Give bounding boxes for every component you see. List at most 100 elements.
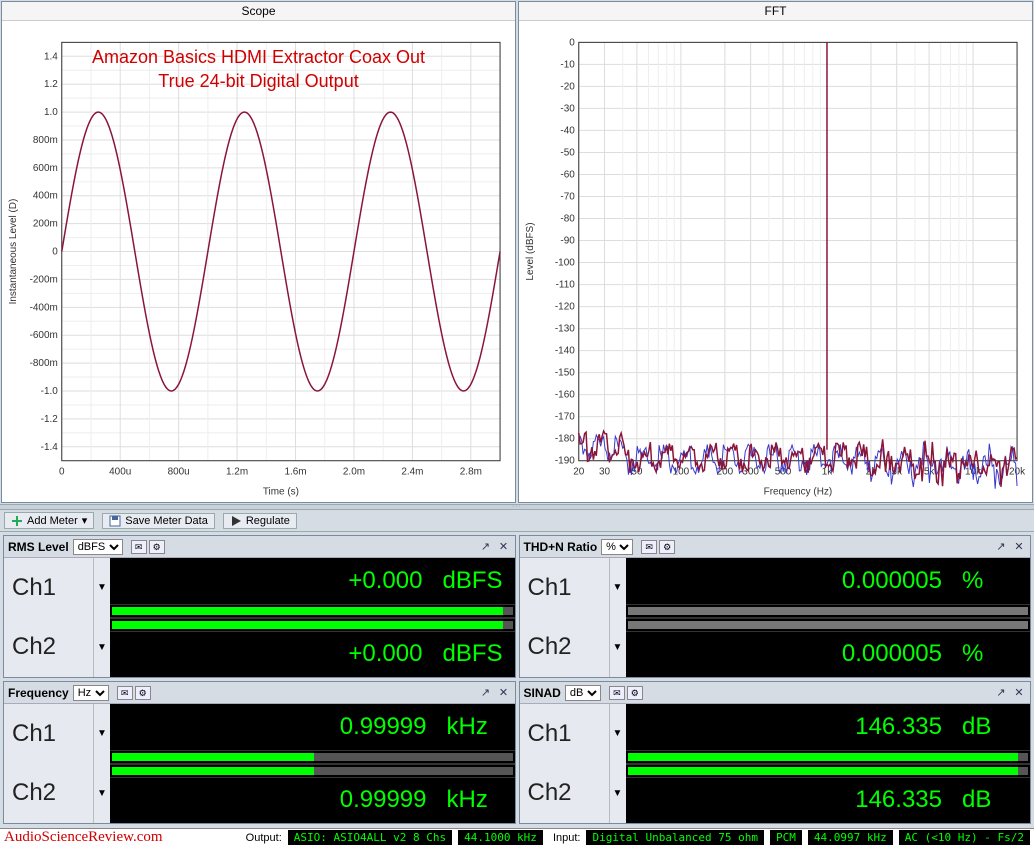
svg-text:0: 0 — [59, 467, 65, 478]
svg-text:-70: -70 — [560, 191, 575, 202]
output-rate-pill[interactable]: 44.1000 kHz — [458, 830, 543, 845]
svg-text:-180: -180 — [555, 434, 575, 445]
meter-row-ch1: Ch1▼0.99999kHz — [4, 704, 515, 764]
meter-row-ch1: Ch1▼0.000005% — [520, 558, 1031, 618]
meter-unit-select[interactable]: Hz — [73, 685, 109, 701]
channel-menu-arrow[interactable]: ▼ — [94, 618, 110, 678]
svg-text:-1.0: -1.0 — [41, 386, 59, 397]
svg-text:-20: -20 — [560, 81, 575, 92]
svg-text:400u: 400u — [109, 467, 131, 478]
svg-text:-10: -10 — [560, 59, 575, 70]
svg-text:1.2m: 1.2m — [226, 467, 248, 478]
readout-unit: dB — [962, 713, 1018, 741]
readout-value: 0.000005 — [842, 567, 942, 595]
svg-text:2.8m: 2.8m — [460, 467, 482, 478]
popout-icon[interactable]: ↗ — [479, 686, 493, 700]
close-icon[interactable]: ✕ — [1012, 686, 1026, 700]
meter-title: THD+N Ratio — [524, 540, 598, 554]
meter-unit-select[interactable]: dB — [565, 685, 601, 701]
save-meter-label: Save Meter Data — [125, 515, 208, 527]
envelope-icon[interactable]: ✉ — [609, 686, 625, 700]
channel-bar — [110, 604, 515, 618]
channel-menu-arrow[interactable]: ▼ — [94, 764, 110, 824]
bandwidth-pill[interactable]: AC (<10 Hz) - Fs/2 — [899, 830, 1030, 845]
envelope-icon[interactable]: ✉ — [117, 686, 133, 700]
channel-menu-arrow[interactable]: ▼ — [610, 558, 626, 618]
input-format-pill[interactable]: PCM — [770, 830, 802, 845]
output-device-pill[interactable]: ASIO: ASIO4ALL v2 8 Chs — [288, 830, 452, 845]
meter-panel-sinad: SINADdB✉⚙↗✕Ch1▼146.335dBCh2▼146.335dB — [519, 681, 1032, 824]
meter-toolbar: Add Meter ▾ Save Meter Data Regulate — [0, 510, 1034, 532]
meter-unit-select[interactable]: % — [601, 539, 633, 555]
svg-text:-60: -60 — [560, 169, 575, 180]
close-icon[interactable]: ✕ — [497, 540, 511, 554]
add-meter-label: Add Meter — [27, 515, 78, 527]
gear-icon[interactable]: ⚙ — [659, 540, 675, 554]
scope-plot-area[interactable]: -1.4-1.2-1.0-800m-600m-400m-200m0200m400… — [2, 21, 515, 502]
svg-text:-160: -160 — [555, 390, 575, 401]
channel-bar — [626, 618, 1031, 632]
close-icon[interactable]: ✕ — [497, 686, 511, 700]
channel-label: Ch1 — [520, 558, 610, 618]
close-icon[interactable]: ✕ — [1012, 540, 1026, 554]
svg-text:2.0m: 2.0m — [343, 467, 365, 478]
channel-bar — [110, 764, 515, 778]
meter-header-rms: RMS Level dBFS ✉⚙ ↗ ✕ — [4, 536, 515, 558]
channel-bar — [110, 750, 515, 764]
scope-panel: Scope -1.4-1.2-1.0-800m-600m-400m-200m02… — [1, 1, 516, 503]
channel-label: Ch1 — [4, 704, 94, 764]
meter-title: RMS Level — [8, 540, 69, 554]
channel-label: Ch1 — [4, 558, 94, 618]
add-meter-button[interactable]: Add Meter ▾ — [4, 512, 94, 529]
regulate-button[interactable]: Regulate — [223, 513, 297, 529]
channel-value-zone: +0.000dBFS — [110, 558, 515, 618]
meter-body: Ch1▼0.99999kHzCh2▼0.99999kHz — [4, 704, 515, 823]
svg-text:-1.4: -1.4 — [41, 442, 59, 453]
channel-label: Ch2 — [4, 618, 94, 678]
svg-text:-50: -50 — [560, 147, 575, 158]
svg-text:-110: -110 — [556, 280, 576, 291]
svg-text:-170: -170 — [555, 412, 575, 423]
envelope-icon[interactable]: ✉ — [641, 540, 657, 554]
meter-header-freq: FrequencyHz✉⚙↗✕ — [4, 682, 515, 704]
channel-value-zone: 0.99999kHz — [110, 704, 515, 764]
channel-value-zone: 0.000005% — [626, 618, 1031, 678]
watermark-text: AudioScienceReview.com — [4, 829, 163, 846]
svg-text:2.4m: 2.4m — [401, 467, 423, 478]
gear-icon[interactable]: ⚙ — [149, 540, 165, 554]
meter-row-ch2: Ch2▼146.335dB — [520, 764, 1031, 824]
channel-value-zone: 0.000005% — [626, 558, 1031, 618]
input-rate-pill[interactable]: 44.0997 kHz — [808, 830, 893, 845]
svg-text:-1.2: -1.2 — [41, 414, 59, 425]
svg-text:-400m: -400m — [30, 302, 58, 313]
play-icon — [230, 515, 242, 527]
gear-icon[interactable]: ⚙ — [627, 686, 643, 700]
readout-unit: kHz — [447, 786, 503, 814]
gear-icon[interactable]: ⚙ — [135, 686, 151, 700]
meter-unit-select[interactable]: dBFS — [73, 539, 123, 555]
meter-body: Ch1▼+0.000dBFSCh2▼+0.000dBFS — [4, 558, 515, 677]
popout-icon[interactable]: ↗ — [479, 540, 493, 554]
meter-header-thdn: THD+N Ratio% ✉⚙ ↗ ✕ — [520, 536, 1031, 558]
fft-xlabel: Frequency (Hz) — [764, 487, 833, 498]
channel-menu-arrow[interactable]: ▼ — [610, 618, 626, 678]
svg-text:600m: 600m — [33, 163, 58, 174]
fft-plot-area[interactable]: 0-10-20-30-40-50-60-70-80-90-100-110-120… — [519, 21, 1032, 502]
readout-unit: dBFS — [442, 567, 502, 595]
channel-menu-arrow[interactable]: ▼ — [94, 704, 110, 764]
popout-icon[interactable]: ↗ — [994, 540, 1008, 554]
channel-menu-arrow[interactable]: ▼ — [610, 704, 626, 764]
svg-text:1.0: 1.0 — [44, 107, 58, 118]
channel-readout: 146.335dB — [626, 778, 1031, 824]
fft-title: FFT — [519, 2, 1032, 21]
input-device-pill[interactable]: Digital Unbalanced 75 ohm — [586, 830, 764, 845]
envelope-icon[interactable]: ✉ — [131, 540, 147, 554]
meter-row-ch2: Ch2▼0.000005% — [520, 618, 1031, 678]
scope-svg: -1.4-1.2-1.0-800m-600m-400m-200m0200m400… — [2, 21, 515, 502]
popout-icon[interactable]: ↗ — [994, 686, 1008, 700]
channel-menu-arrow[interactable]: ▼ — [610, 764, 626, 824]
meter-panel-freq: FrequencyHz✉⚙↗✕Ch1▼0.99999kHzCh2▼0.99999… — [3, 681, 516, 824]
save-meter-button[interactable]: Save Meter Data — [102, 513, 215, 529]
svg-text:20: 20 — [573, 467, 585, 478]
channel-menu-arrow[interactable]: ▼ — [94, 558, 110, 618]
